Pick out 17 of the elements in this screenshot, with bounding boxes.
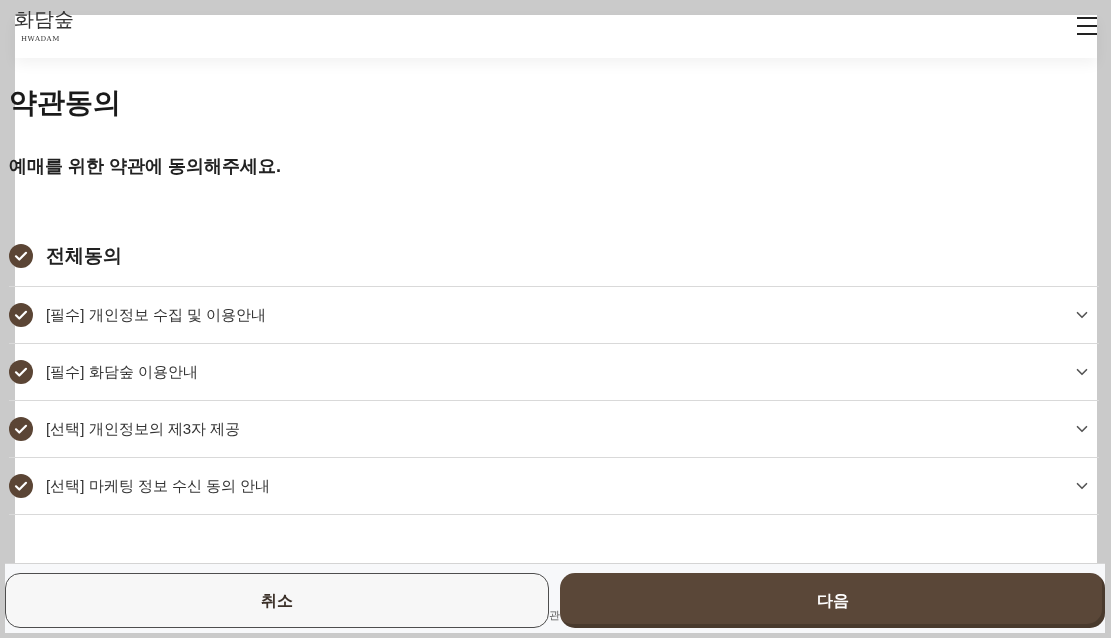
- logo-text[interactable]: 화담숲: [14, 7, 74, 31]
- partial-text: 관: [549, 609, 560, 622]
- check-circle-icon[interactable]: [9, 303, 33, 327]
- page-title: 약관동의: [9, 86, 122, 120]
- terms-label[interactable]: [필수] 개인정보 수집 및 이용안내: [46, 305, 1060, 325]
- terms-label[interactable]: [필수] 화담숲 이용안내: [46, 362, 1060, 382]
- next-button[interactable]: 다음: [560, 573, 1105, 628]
- check-circle-icon[interactable]: [9, 417, 33, 441]
- menu-icon[interactable]: [1077, 17, 1097, 35]
- check-circle-icon[interactable]: [9, 474, 33, 498]
- page-subtitle: 예매를 위한 약관에 동의해주세요.: [9, 155, 282, 178]
- cancel-button[interactable]: 취소: [5, 573, 549, 628]
- agree-all-label[interactable]: 전체동의: [46, 242, 122, 269]
- check-circle-icon[interactable]: [9, 360, 33, 384]
- terms-label[interactable]: [선택] 마케팅 정보 수신 동의 안내: [46, 476, 1060, 496]
- terms-label[interactable]: [선택] 개인정보의 제3자 제공: [46, 419, 1060, 439]
- check-circle-icon[interactable]: [9, 243, 33, 268]
